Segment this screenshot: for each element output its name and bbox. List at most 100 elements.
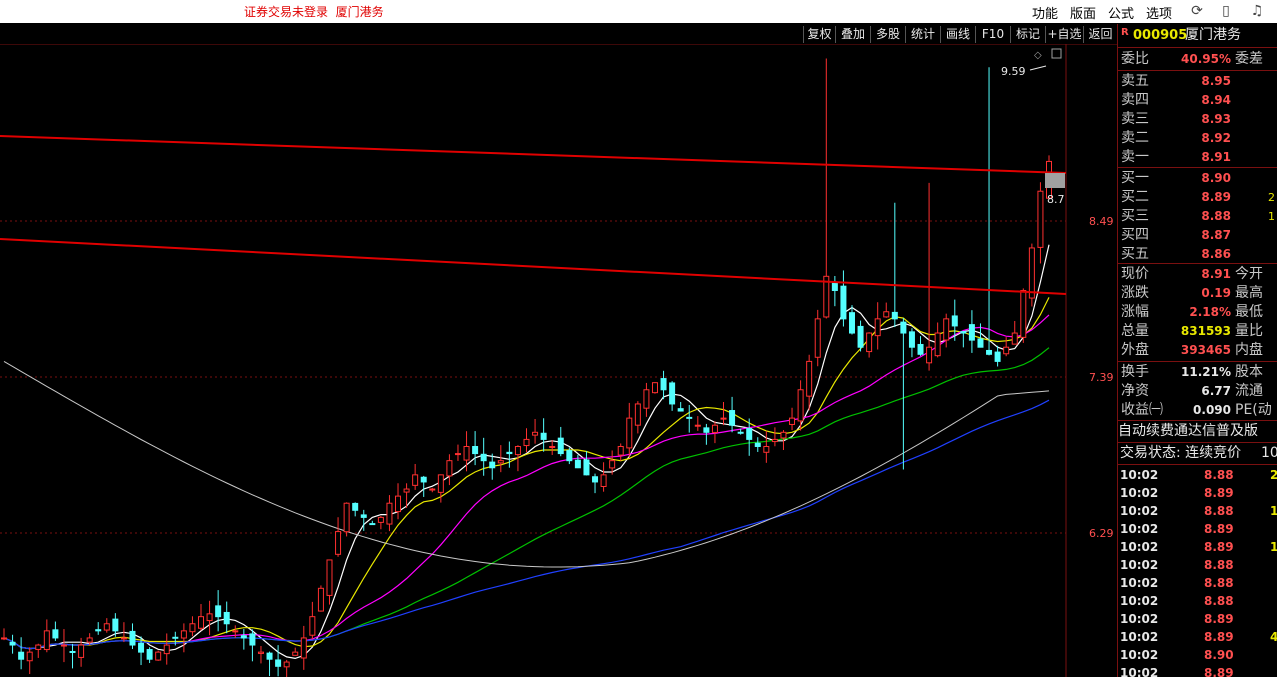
candle-body[interactable]: [660, 378, 667, 391]
candle-body[interactable]: [429, 488, 436, 491]
candle-body[interactable]: [206, 613, 213, 622]
candle-body[interactable]: [26, 651, 33, 662]
candle-body[interactable]: [360, 514, 367, 518]
candle-body[interactable]: [763, 445, 770, 453]
candle-body[interactable]: [138, 642, 145, 653]
candle-body[interactable]: [592, 476, 599, 483]
candle-body[interactable]: [343, 502, 350, 533]
candle-body[interactable]: [60, 644, 67, 647]
statistics-button[interactable]: 统计: [905, 26, 940, 43]
candle-body[interactable]: [583, 459, 590, 476]
candle-body[interactable]: [720, 417, 727, 420]
candle-body[interactable]: [86, 637, 93, 643]
candle-body[interactable]: [908, 331, 915, 348]
trendline-upper[interactable]: [0, 135, 1067, 174]
multi-stock-button[interactable]: 多股: [870, 26, 905, 43]
back-button[interactable]: 返回: [1083, 26, 1117, 43]
candle-body[interactable]: [994, 351, 1001, 362]
candle-body[interactable]: [18, 651, 25, 660]
candle-body[interactable]: [566, 450, 573, 462]
candle-body[interactable]: [395, 495, 402, 513]
candle-body[interactable]: [900, 321, 907, 334]
candle-body[interactable]: [926, 346, 933, 364]
refresh-icon[interactable]: ⟳: [1188, 2, 1206, 20]
candle-body[interactable]: [626, 417, 633, 449]
trendline-lower[interactable]: [0, 238, 1067, 295]
ad-banner[interactable]: 自动续费通达信普及版: [1118, 422, 1277, 441]
candle-body[interactable]: [977, 338, 984, 348]
candle-body[interactable]: [917, 343, 924, 355]
candle-body[interactable]: [412, 474, 419, 486]
menu-formula[interactable]: 公式: [1108, 3, 1134, 22]
candle-body[interactable]: [309, 616, 316, 636]
candle-body[interactable]: [540, 432, 547, 440]
candle-body[interactable]: [729, 410, 736, 426]
candle-body[interactable]: [163, 644, 170, 655]
candle-body[interactable]: [831, 281, 838, 291]
candle-body[interactable]: [103, 623, 110, 631]
mark-button[interactable]: 标记: [1010, 26, 1045, 43]
overlay-button[interactable]: 叠加: [835, 26, 870, 43]
candle-body[interactable]: [352, 502, 359, 511]
candle-body[interactable]: [840, 285, 847, 320]
candle-body[interactable]: [574, 459, 581, 469]
candle-body[interactable]: [514, 445, 521, 456]
candle-body[interactable]: [883, 311, 890, 318]
candle-body[interactable]: [780, 431, 787, 439]
candle-body[interactable]: [617, 445, 624, 456]
candle-body[interactable]: [703, 427, 710, 433]
candle-body[interactable]: [737, 431, 744, 434]
candle-body[interactable]: [472, 446, 479, 455]
candle-body[interactable]: [35, 644, 42, 650]
candle-body[interactable]: [848, 312, 855, 334]
candle-body[interactable]: [814, 318, 821, 358]
candle-body[interactable]: [557, 437, 564, 455]
candle-body[interactable]: [266, 652, 273, 660]
candle-body[interactable]: [986, 349, 993, 355]
candle-body[interactable]: [463, 445, 470, 461]
candle-body[interactable]: [677, 408, 684, 412]
candle-body[interactable]: [437, 474, 444, 493]
menu-layout[interactable]: 版面: [1070, 3, 1096, 22]
candle-body[interactable]: [1, 637, 7, 640]
candle-body[interactable]: [112, 618, 119, 632]
candle-body[interactable]: [506, 451, 513, 455]
candle-body[interactable]: [326, 559, 333, 596]
candle-body[interactable]: [789, 417, 796, 425]
candle-body[interactable]: [1037, 190, 1044, 248]
candle-body[interactable]: [78, 644, 85, 658]
candle-body[interactable]: [1003, 346, 1010, 355]
candle-body[interactable]: [369, 523, 376, 526]
kline-chart[interactable]: 8.49 7.39 6.29 9.59 8.7 ◇: [0, 44, 1117, 677]
candle-body[interactable]: [874, 318, 881, 337]
candle-body[interactable]: [771, 438, 778, 443]
candle-body[interactable]: [669, 382, 676, 405]
candle-body[interactable]: [69, 650, 76, 653]
candle-body[interactable]: [43, 630, 50, 651]
candle-body[interactable]: [180, 630, 187, 639]
bell-icon[interactable]: ♫: [1248, 2, 1266, 20]
candle-body[interactable]: [403, 488, 410, 493]
panel-toggle-icon[interactable]: [1051, 48, 1062, 59]
candle-body[interactable]: [446, 460, 453, 477]
candle-body[interactable]: [480, 453, 487, 462]
candle-body[interactable]: [951, 315, 958, 327]
candle-body[interactable]: [120, 637, 127, 640]
candle-body[interactable]: [335, 531, 342, 555]
candle-body[interactable]: [257, 651, 264, 654]
candle-body[interactable]: [283, 661, 290, 668]
candle-body[interactable]: [968, 324, 975, 341]
add-watchlist-button[interactable]: +自选: [1045, 26, 1083, 43]
candle-body[interactable]: [634, 403, 641, 426]
candle-body[interactable]: [52, 629, 59, 639]
candle-body[interactable]: [746, 427, 753, 440]
candle-body[interactable]: [249, 633, 256, 646]
candle-body[interactable]: [1020, 289, 1027, 338]
candle-body[interactable]: [754, 442, 761, 447]
candle-body[interactable]: [155, 651, 162, 661]
candle-body[interactable]: [386, 502, 393, 525]
candle-body[interactable]: [275, 659, 282, 667]
candle-body[interactable]: [1011, 332, 1018, 345]
candle-body[interactable]: [146, 649, 153, 660]
candle-body[interactable]: [1028, 247, 1035, 299]
